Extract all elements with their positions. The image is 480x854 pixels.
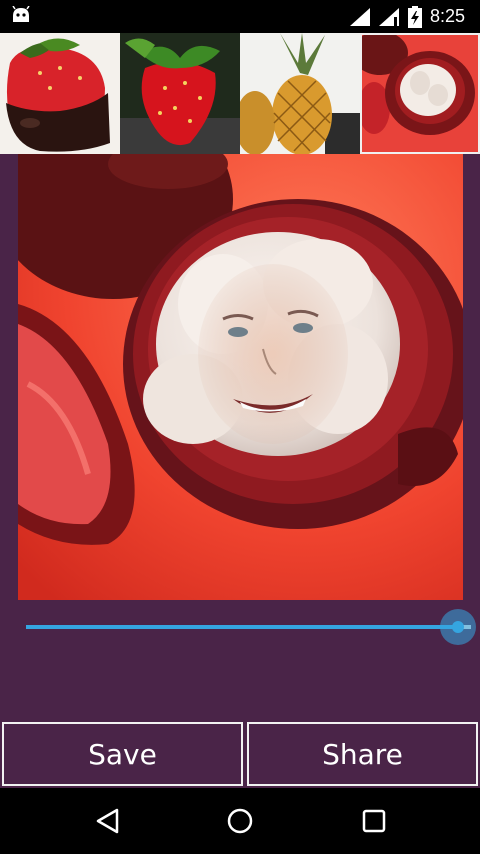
thumbnail-chocolate-strawberry[interactable] [0,33,120,154]
wifi-icon [350,8,370,26]
signal-icon [379,8,399,26]
share-button[interactable]: Share [247,722,478,786]
thumbnail-mangosteen[interactable] [360,33,480,154]
thumbnail-strawberry[interactable] [120,33,240,154]
preview-image [18,154,463,600]
status-clock: 8:25 [430,6,466,26]
opacity-slider[interactable] [26,608,476,646]
status-bar: 8:25 [0,0,480,33]
back-icon[interactable] [95,808,121,834]
battery-charging-icon [408,6,422,28]
android-debug-icon [12,6,30,22]
slider-thumb[interactable] [439,609,476,645]
thumbnail-strip [0,33,480,154]
navigation-bar [0,788,480,854]
home-icon[interactable] [227,808,253,834]
thumbnail-pineapple[interactable] [240,33,360,154]
recents-icon[interactable] [361,808,387,834]
slider-fill [26,625,458,629]
save-button[interactable]: Save [2,722,243,786]
